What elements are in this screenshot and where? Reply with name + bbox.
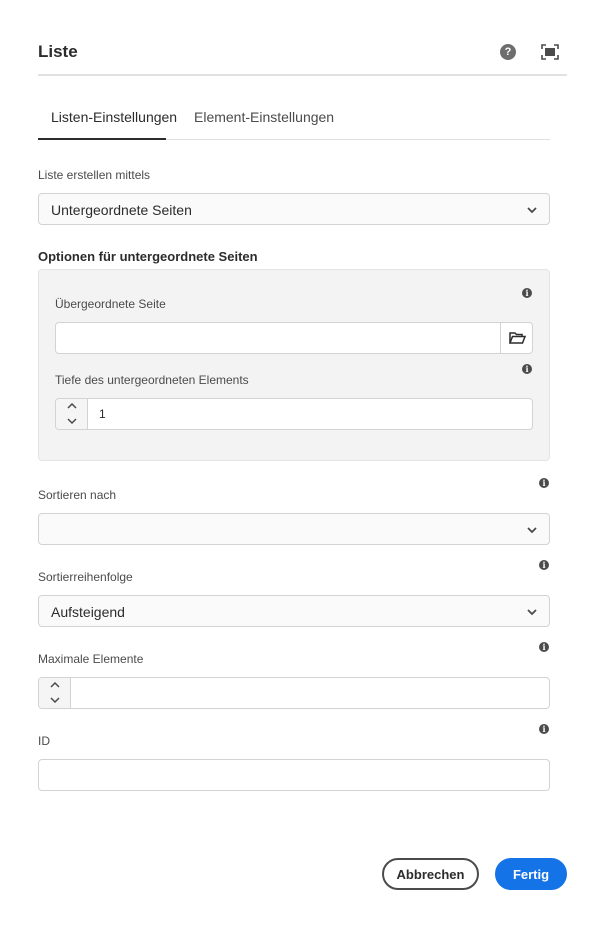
browse-path-button[interactable] — [500, 322, 533, 354]
stepper-buttons — [56, 399, 88, 429]
chevron-down-icon — [67, 418, 77, 424]
list-dialog: Liste ? Listen-Einstellungen Element-Ein… — [0, 0, 591, 927]
increment-button[interactable] — [39, 678, 70, 693]
order-by-select[interactable] — [38, 513, 550, 545]
build-list-value: Untergeordnete Seiten — [51, 202, 192, 218]
header-divider — [38, 74, 567, 76]
child-options-panel: Übergeordnete Seite i Tiefe des untergeo… — [38, 269, 550, 461]
help-circle-icon[interactable]: ? — [500, 44, 516, 60]
id-label: ID — [38, 734, 50, 748]
max-items-stepper[interactable] — [38, 677, 550, 709]
parent-page-input[interactable] — [55, 322, 501, 354]
cancel-button[interactable]: Abbrechen — [382, 858, 479, 890]
chevron-down-icon — [50, 697, 60, 703]
info-icon[interactable]: i — [522, 288, 532, 298]
child-depth-label: Tiefe des untergeordneten Elements — [55, 373, 249, 387]
parent-page-label: Übergeordnete Seite — [55, 297, 166, 311]
chevron-down-icon — [527, 527, 537, 534]
sort-order-select[interactable]: Aufsteigend — [38, 595, 550, 627]
tab-item-settings[interactable]: Element-Einstellungen — [194, 109, 334, 125]
sort-order-value: Aufsteigend — [51, 604, 125, 620]
stepper-buttons — [39, 678, 71, 708]
chevron-down-icon — [527, 609, 537, 616]
child-options-title: Optionen für untergeordnete Seiten — [38, 249, 258, 264]
child-depth-stepper[interactable]: 1 — [55, 398, 533, 430]
increment-button[interactable] — [56, 399, 87, 414]
done-button[interactable]: Fertig — [495, 858, 567, 890]
dialog-title: Liste — [38, 42, 78, 61]
build-list-select[interactable]: Untergeordnete Seiten — [38, 193, 550, 225]
build-list-label: Liste erstellen mittels — [38, 168, 151, 182]
info-icon[interactable]: i — [539, 478, 549, 488]
tab-list-settings[interactable]: Listen-Einstellungen — [51, 109, 177, 125]
decrement-button[interactable] — [39, 693, 70, 708]
chevron-down-icon — [527, 207, 537, 214]
chevron-up-icon — [50, 682, 60, 688]
sort-order-label: Sortierreihenfolge — [38, 570, 133, 584]
child-depth-value[interactable]: 1 — [99, 407, 106, 421]
active-tab-indicator — [38, 138, 166, 140]
fullscreen-icon[interactable] — [541, 44, 559, 60]
chevron-up-icon — [67, 403, 77, 409]
info-icon[interactable]: i — [522, 364, 532, 374]
decrement-button[interactable] — [56, 414, 87, 429]
info-icon[interactable]: i — [539, 560, 549, 570]
info-icon[interactable]: i — [539, 724, 549, 734]
info-icon[interactable]: i — [539, 642, 549, 652]
folder-open-icon — [509, 332, 526, 344]
max-items-label: Maximale Elemente — [38, 652, 144, 666]
id-input[interactable] — [38, 759, 550, 791]
order-by-label: Sortieren nach — [38, 488, 117, 502]
